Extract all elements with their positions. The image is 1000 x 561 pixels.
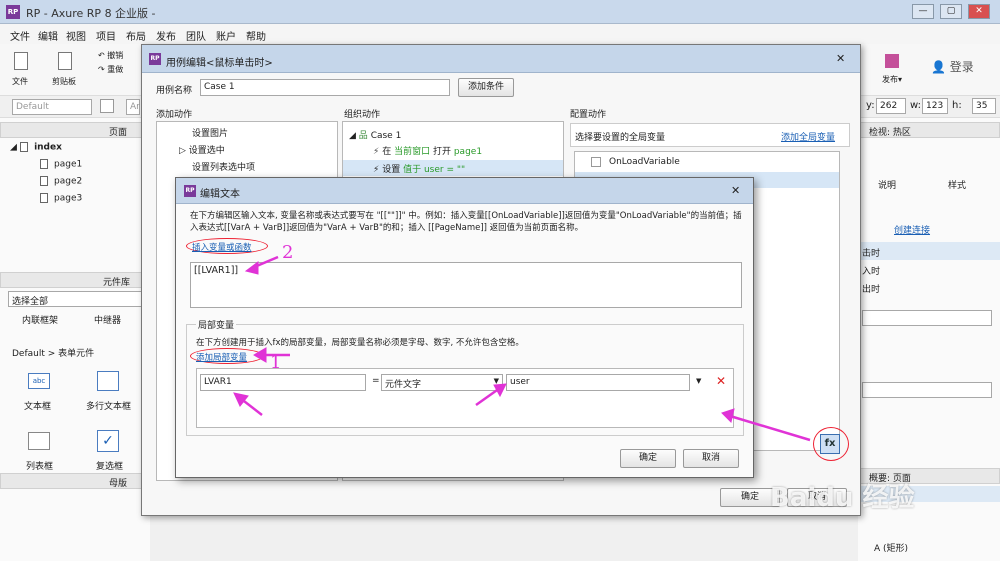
annotation-number-2: 2 — [282, 242, 294, 263]
arrow-to-widget — [475, 383, 507, 407]
arrow-from-fx — [721, 408, 811, 442]
annotation-number-1: 1 — [270, 352, 282, 373]
watermark: Baidu 经验 — [770, 483, 915, 513]
arrow-to-var-name — [233, 392, 263, 416]
arrow-to-editor — [244, 255, 279, 275]
